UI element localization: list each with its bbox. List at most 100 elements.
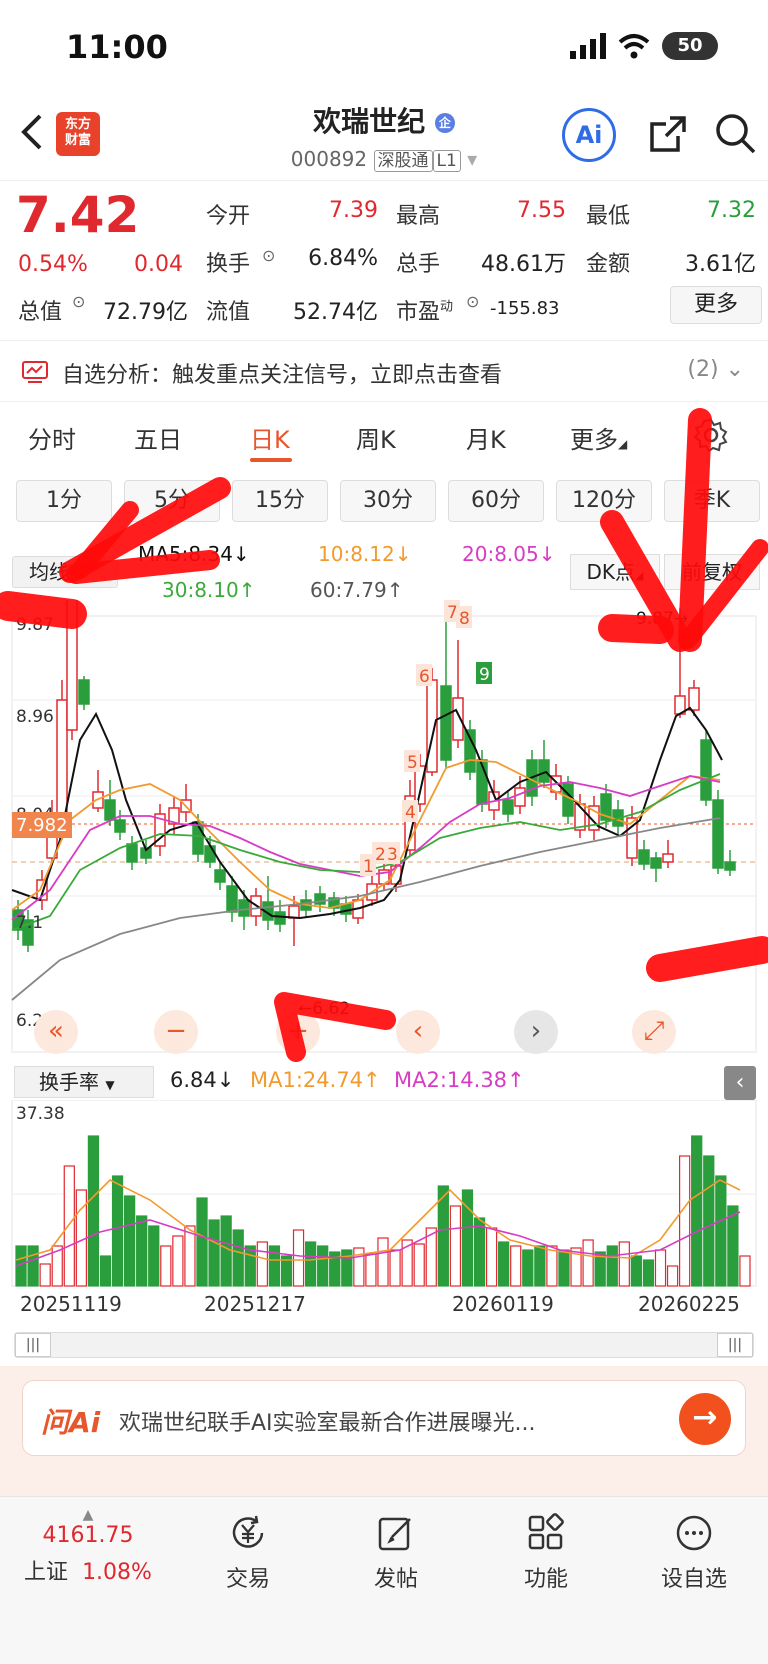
tab-intraday[interactable]: 分时: [28, 420, 76, 455]
candle-body: [700, 739, 712, 801]
active-tab-indicator: [250, 458, 292, 462]
candle-body: [238, 899, 250, 917]
candle-body: [204, 845, 216, 863]
turnover-bar: [111, 1175, 124, 1287]
yuan-exchange-icon: [232, 1515, 264, 1548]
period-120min[interactable]: 120分: [556, 480, 652, 522]
candle-body: [226, 885, 238, 913]
collapse-panel-icon[interactable]: ‹: [724, 1066, 756, 1100]
settings-gear-icon[interactable]: [694, 418, 728, 452]
scroll-handle-left[interactable]: |||: [15, 1333, 51, 1357]
turnover-bar: [123, 1195, 136, 1287]
fullscreen-icon[interactable]: ⤢: [632, 1010, 676, 1054]
turnover-bar: [377, 1237, 389, 1287]
chart-scrollbar[interactable]: ||| |||: [14, 1332, 754, 1358]
period-15min[interactable]: 15分: [232, 480, 328, 522]
turnover-bar: [522, 1249, 534, 1287]
tab-more[interactable]: 更多◢: [570, 420, 627, 455]
more-button[interactable]: 更多: [670, 286, 762, 324]
high-marker: 9.87→: [636, 609, 688, 629]
dropdown-icon[interactable]: ▾: [467, 147, 477, 171]
adjust-button[interactable]: 前复权: [664, 554, 760, 590]
index-value: 4161.75: [42, 1523, 134, 1548]
kline-chart[interactable]: 9.878.968.047.16.227.9821234567899.87→←6…: [0, 600, 768, 1060]
ai-question-bar[interactable]: 问Ai 欢瑞世纪联手AI实验室最新合作进展曝光... →: [22, 1380, 746, 1456]
period-60min[interactable]: 60分: [448, 480, 544, 522]
current-price: 7.42: [16, 186, 140, 244]
trade-button[interactable]: 交易: [178, 1513, 318, 1593]
index-ticker[interactable]: ▲ 4161.75 上证 1.08%: [18, 1507, 158, 1586]
turnover-bar: [606, 1245, 618, 1287]
candle-body: [440, 685, 452, 761]
turnover-bar: [715, 1175, 727, 1287]
y-axis-label: 7.1: [16, 913, 43, 933]
high-value: 7.55: [517, 198, 566, 223]
scroll-left-icon[interactable]: ‹: [396, 1010, 440, 1054]
period-quarter[interactable]: 季K: [664, 480, 760, 522]
ma-selector[interactable]: 均线 ▼: [12, 556, 118, 588]
info-icon[interactable]: ⊙: [262, 246, 275, 265]
td-signal-number: 8: [459, 609, 470, 629]
post-button[interactable]: 发帖: [326, 1513, 466, 1593]
open-label: 今开: [206, 204, 251, 229]
info-icon[interactable]: ⊙: [466, 292, 479, 311]
turnover-bar: [473, 1217, 486, 1287]
function-button[interactable]: 功能: [476, 1513, 616, 1593]
turnover-selector[interactable]: 换手率 ▼: [14, 1066, 154, 1098]
turnover-bar: [39, 1263, 51, 1287]
search-icon[interactable]: [714, 112, 756, 154]
ai-button[interactable]: Ai: [562, 108, 616, 162]
float-label: 流值: [206, 300, 251, 325]
tab-monthly-k[interactable]: 月K: [466, 420, 506, 455]
ma5-value: MA5:8.34↓: [138, 542, 250, 566]
info-icon[interactable]: ⊙: [72, 292, 85, 311]
y-axis-label: 8.96: [16, 707, 54, 727]
candle-body: [78, 679, 90, 705]
index-name: 上证: [24, 1560, 69, 1585]
turnover-bar: [99, 1255, 112, 1287]
turnover-max-label: 37.38: [16, 1104, 65, 1124]
chart-monitor-icon: [22, 361, 48, 383]
turnover-bar: [691, 1135, 703, 1287]
pe-label: 市盈动: [396, 299, 454, 325]
dk-point-button[interactable]: DK点◢: [570, 554, 660, 590]
signal-banner[interactable]: 自选分析：触发重点关注信号，立即点击查看 (2) ⌄: [0, 340, 768, 402]
tab-daily-k[interactable]: 日K: [250, 420, 290, 455]
turnover-bar: [546, 1245, 558, 1287]
ask-ai-logo: 问Ai: [41, 1406, 101, 1439]
turnover-bar: [148, 1225, 160, 1287]
scroll-left-fast-icon[interactable]: «: [34, 1010, 78, 1054]
mktcap-value: 72.79亿: [103, 300, 188, 325]
candle-body: [724, 861, 736, 871]
period-5min[interactable]: 5分: [124, 480, 220, 522]
turnover-bar: [679, 1155, 691, 1287]
zoom-in-icon[interactable]: +: [276, 1010, 320, 1054]
turnover-bar: [739, 1255, 751, 1287]
period-30min[interactable]: 30分: [340, 480, 436, 522]
open-value: 7.39: [329, 198, 378, 223]
date-label: 20260225: [638, 1292, 740, 1316]
arrow-right-icon[interactable]: →: [679, 1393, 731, 1445]
turnover-current: 6.84↓: [170, 1068, 235, 1092]
tab-weekly-k[interactable]: 周K: [356, 420, 396, 455]
turnover-bar: [618, 1241, 630, 1287]
candle-body: [114, 819, 126, 833]
share-icon[interactable]: [648, 114, 688, 154]
td-signal-number: 4: [405, 803, 416, 823]
triangle-up-icon: ▲: [82, 1507, 94, 1523]
tab-five-day[interactable]: 五日: [134, 420, 182, 455]
index-percent: 1.08%: [82, 1560, 152, 1585]
scroll-handle-right[interactable]: |||: [717, 1333, 753, 1357]
scroll-right-icon[interactable]: ›: [514, 1010, 558, 1054]
current-price-tag-text: 7.982: [16, 815, 68, 836]
candle-body: [688, 687, 700, 711]
more-circle-icon: [676, 1515, 712, 1551]
zoom-out-icon[interactable]: −: [154, 1010, 198, 1054]
add-watchlist-button[interactable]: 设自选: [624, 1513, 764, 1593]
period-1min[interactable]: 1分: [16, 480, 112, 522]
battery-icon: 50: [662, 32, 718, 60]
td-signal-number: 6: [419, 667, 430, 687]
td-signal-number: 5: [407, 753, 418, 773]
candle-body: [214, 869, 226, 883]
volume-label: 总手: [396, 252, 441, 277]
